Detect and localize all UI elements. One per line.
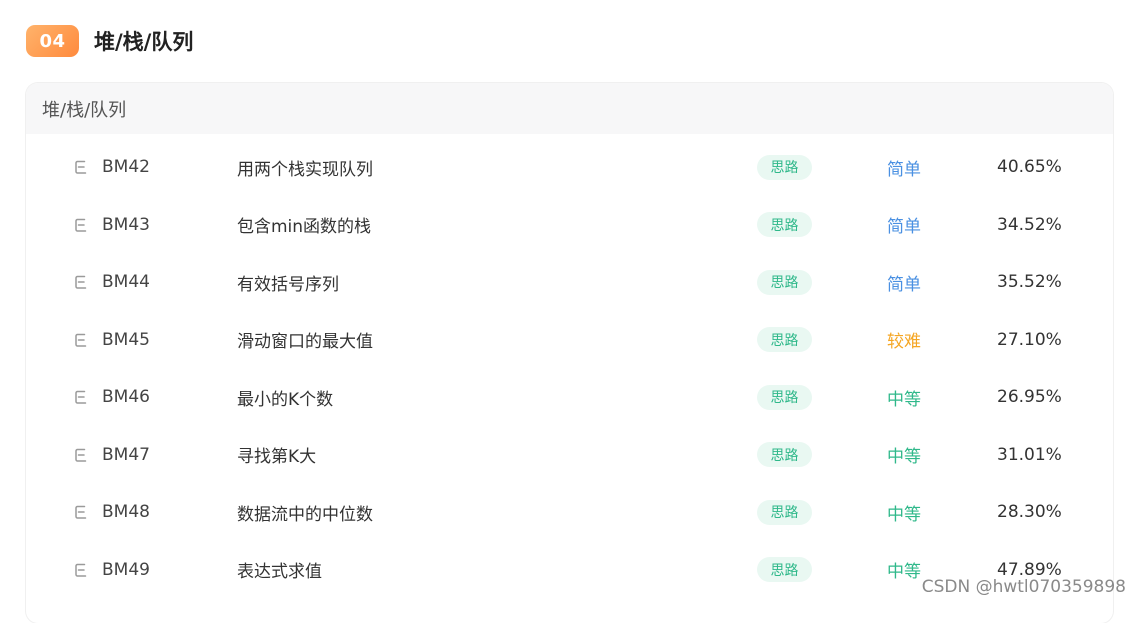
pass-rate: 35.52%: [997, 272, 1062, 292]
difficulty-label: 中等: [887, 504, 921, 525]
pass-rate: 34.52%: [997, 214, 1062, 235]
problem-title-link[interactable]: 有效括号序列: [237, 270, 339, 295]
pass-rate: 26.95%: [997, 387, 1062, 407]
problem-row[interactable]: BM47 寻找第K大 思路 中等 31.01%: [26, 435, 1113, 475]
hint-tag[interactable]: 思路: [757, 154, 812, 180]
difficulty-label: 较难: [887, 332, 921, 352]
hint-tag[interactable]: 思路: [757, 212, 812, 237]
problem-title-link[interactable]: 寻找第K大: [237, 442, 316, 467]
hint-tag[interactable]: 思路: [757, 499, 812, 525]
problem-code: BM45: [102, 329, 150, 350]
problem-code: BM47: [102, 444, 150, 465]
difficulty-label: 中等: [887, 447, 921, 467]
problem-doc-icon: [73, 159, 89, 175]
problem-row[interactable]: BM44 有效括号序列 思路 简单 35.52%: [26, 262, 1113, 302]
section-header: 04 堆/栈/队列: [26, 24, 193, 58]
problem-title-link[interactable]: 包含min函数的栈: [237, 212, 371, 237]
problem-doc-icon: [73, 447, 89, 463]
problem-title-link[interactable]: 用两个栈实现队列: [237, 155, 373, 180]
difficulty-label: 简单: [887, 159, 921, 180]
difficulty-label: 简单: [887, 217, 921, 237]
pass-rate: 31.01%: [997, 444, 1062, 465]
problem-card: 堆/栈/队列 BM42 用两个栈实现队列 思路 简单 40.65% BM43 包含min函数…: [26, 83, 1113, 623]
problem-code: BM48: [102, 502, 150, 522]
problem-title-link[interactable]: 表达式求值: [237, 557, 322, 582]
difficulty-label: 简单: [887, 274, 921, 295]
section-number-badge: 04: [26, 25, 79, 57]
problem-row[interactable]: BM46 最小的K个数 思路 中等 26.95%: [26, 377, 1113, 417]
hint-tag[interactable]: 思路: [757, 269, 812, 295]
problem-doc-icon: [73, 562, 89, 578]
problem-doc-icon: [73, 274, 89, 290]
pass-rate: 28.30%: [997, 502, 1062, 522]
problem-doc-icon: [73, 389, 89, 405]
problem-doc-icon: [73, 504, 89, 520]
problem-doc-icon: [73, 332, 89, 348]
problem-row[interactable]: BM43 包含min函数的栈 思路 简单 34.52%: [26, 205, 1113, 245]
pass-rate: 27.10%: [997, 329, 1062, 350]
difficulty-label: 中等: [887, 562, 921, 582]
problem-doc-icon: [73, 217, 89, 233]
problem-row[interactable]: BM42 用两个栈实现队列 思路 简单 40.65%: [26, 147, 1113, 187]
problem-code: BM49: [102, 559, 150, 580]
problem-title-link[interactable]: 数据流中的中位数: [237, 500, 373, 525]
problem-row[interactable]: BM45 滑动窗口的最大值 思路 较难 27.10%: [26, 320, 1113, 360]
pass-rate: 40.65%: [997, 157, 1062, 177]
problem-title-link[interactable]: 滑动窗口的最大值: [237, 327, 373, 352]
card-header-label: 堆/栈/队列: [42, 99, 127, 121]
hint-tag[interactable]: 思路: [757, 557, 812, 582]
problem-code: BM44: [102, 272, 150, 292]
hint-tag[interactable]: 思路: [757, 442, 812, 467]
problem-code: BM42: [102, 157, 150, 177]
problem-title-link[interactable]: 最小的K个数: [237, 385, 333, 410]
difficulty-label: 中等: [887, 389, 921, 410]
problem-row[interactable]: BM48 数据流中的中位数 思路 中等 28.30%: [26, 492, 1113, 532]
watermark: CSDN @hwtl070359898: [921, 577, 1126, 597]
hint-tag[interactable]: 思路: [757, 327, 812, 352]
hint-tag[interactable]: 思路: [757, 384, 812, 410]
section-title: 堆/栈/队列: [94, 30, 194, 54]
card-header: 堆/栈/队列: [26, 83, 1113, 134]
problem-code: BM46: [102, 387, 150, 407]
problem-code: BM43: [102, 214, 150, 235]
